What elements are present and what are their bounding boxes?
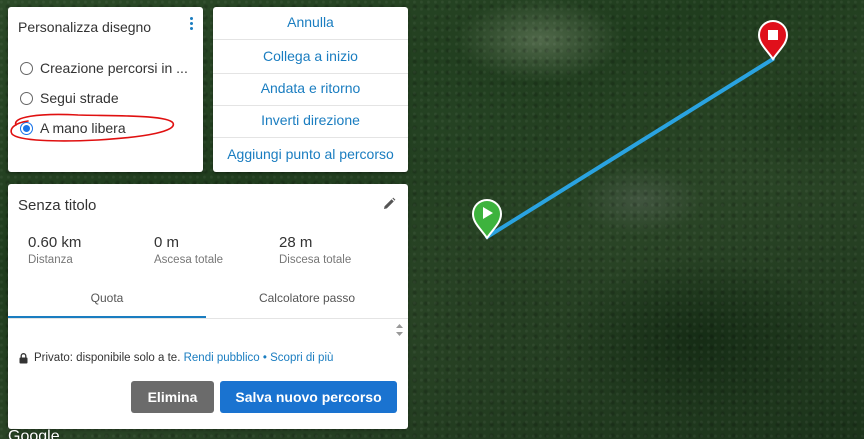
delete-button[interactable]: Elimina: [131, 381, 214, 413]
google-attribution: Google: [8, 428, 60, 439]
pencil-icon[interactable]: [382, 197, 396, 211]
radio-freehand[interactable]: [20, 121, 33, 135]
lock-icon: [19, 352, 28, 363]
option-freehand[interactable]: A mano libera: [20, 120, 126, 136]
menu-divider: [213, 105, 408, 106]
stat-distance-value: 0.60 km: [28, 234, 82, 251]
route-title: Senza titolo: [18, 197, 97, 214]
route-line[interactable]: [485, 57, 775, 239]
connect-to-start-button[interactable]: Collega a inizio: [213, 48, 408, 64]
privacy-text: Privato: disponibile solo a te.: [34, 352, 181, 364]
option-follow-roads[interactable]: Segui strade: [20, 90, 119, 106]
stat-ascent-value: 0 m: [154, 234, 180, 251]
menu-divider: [213, 73, 408, 74]
option-follow-roads-label: Segui strade: [40, 90, 119, 106]
reverse-direction-button[interactable]: Inverti direzione: [213, 112, 408, 128]
save-route-button[interactable]: Salva nuovo percorso: [220, 381, 397, 413]
learn-more-link[interactable]: Scopri di più: [270, 352, 333, 364]
menu-divider: [213, 137, 408, 138]
tab-pace-calculator[interactable]: Calcolatore passo: [206, 291, 408, 305]
elevation-chart-area: [8, 319, 408, 341]
draw-settings-title: Personalizza disegno: [18, 19, 152, 35]
stat-descent-value: 28 m: [279, 234, 313, 251]
make-public-link[interactable]: Rendi pubblico: [184, 352, 260, 364]
scroll-arrows-icon[interactable]: [395, 322, 404, 338]
stat-descent-label: Discesa totale: [279, 254, 352, 266]
more-options-icon[interactable]: [188, 17, 194, 31]
privacy-notice: Privato: disponibile solo a te. Rendi pu…: [19, 352, 333, 364]
stop-icon: [768, 30, 778, 40]
stat-distance: 0.60 km Distanza: [28, 234, 81, 266]
radio-follow-roads[interactable]: [20, 91, 33, 105]
option-route-creation[interactable]: Creazione percorsi in ...: [20, 60, 188, 76]
end-marker[interactable]: [757, 20, 789, 61]
tab-elevation[interactable]: Quota: [8, 291, 206, 305]
add-point-button[interactable]: Aggiungi punto al percorso: [213, 146, 408, 162]
undo-button[interactable]: Annulla: [213, 14, 408, 30]
stat-ascent: 0 m Ascesa totale: [154, 234, 223, 266]
stat-descent: 28 m Discesa totale: [279, 234, 351, 266]
out-and-back-button[interactable]: Andata e ritorno: [213, 80, 408, 96]
option-freehand-label: A mano libera: [40, 120, 126, 136]
privacy-separator: •: [262, 352, 267, 364]
option-route-creation-label: Creazione percorsi in ...: [40, 60, 188, 76]
route-info-panel: Senza titolo 0.60 km Distanza 0 m Ascesa…: [8, 184, 408, 429]
menu-divider: [213, 39, 408, 40]
radio-route-creation[interactable]: [20, 61, 33, 75]
draw-settings-panel: Personalizza disegno Creazione percorsi …: [8, 7, 203, 172]
route-action-menu: Annulla Collega a inizio Andata e ritorn…: [213, 7, 408, 172]
stat-ascent-label: Ascesa totale: [154, 254, 224, 266]
stat-distance-label: Distanza: [28, 254, 73, 266]
